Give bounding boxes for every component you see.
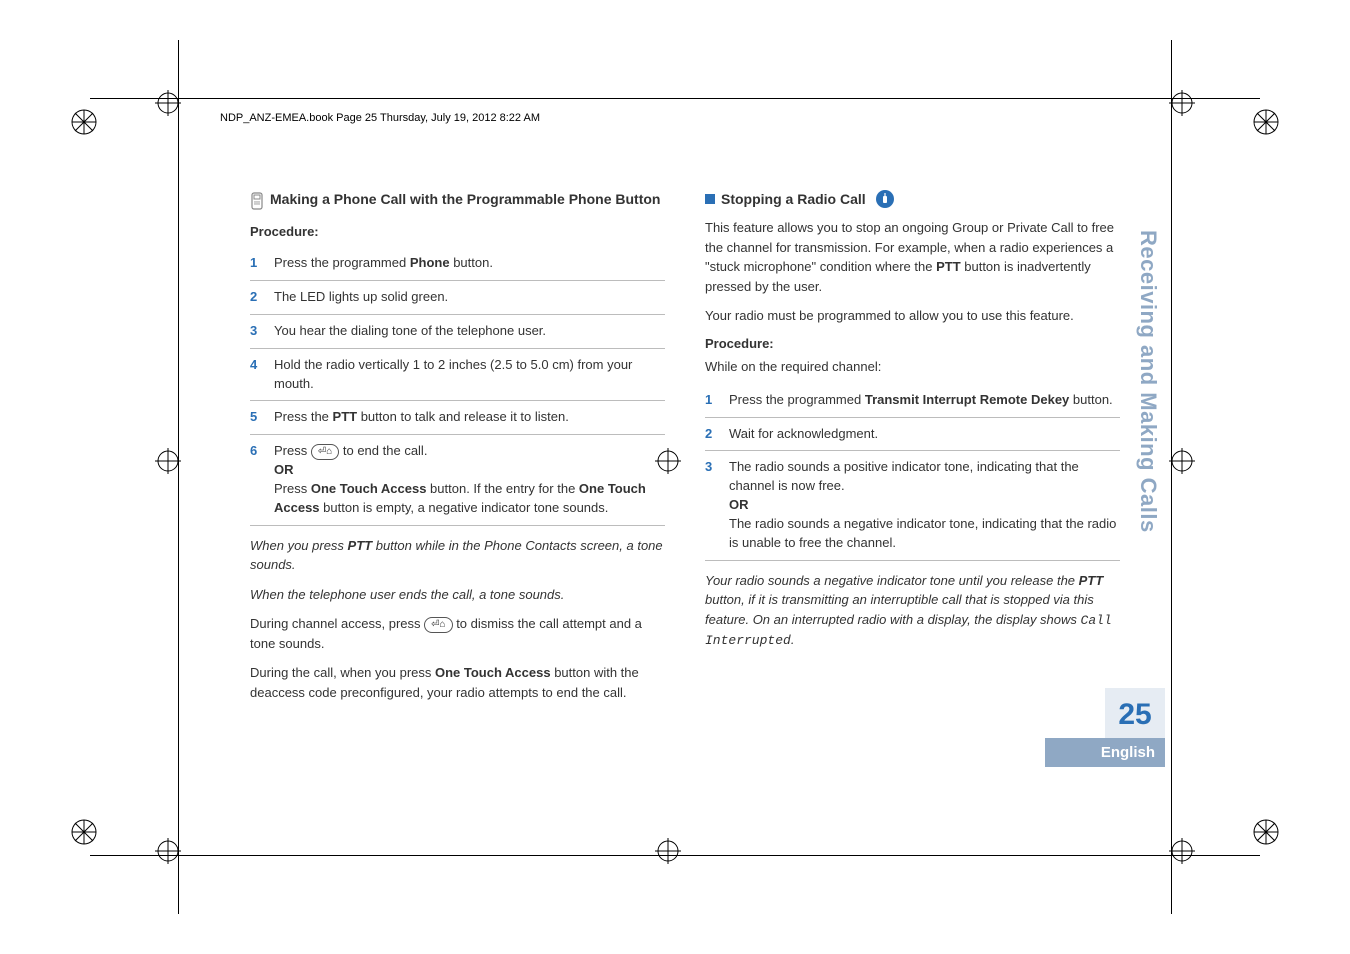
step-number: 2	[250, 288, 262, 307]
step-number: 3	[705, 458, 717, 552]
registration-mark	[1169, 90, 1195, 116]
registration-mark	[155, 448, 181, 474]
registration-mark	[155, 838, 181, 864]
step-text: Press the programmed Phone button.	[274, 254, 493, 273]
crop-line	[1171, 40, 1172, 914]
step-number: 1	[705, 391, 717, 410]
right-heading-text: Stopping a Radio Call	[721, 190, 866, 208]
left-note-1: When you press PTT button while in the P…	[250, 536, 665, 575]
right-column: Stopping a Radio Call This feature allow…	[705, 190, 1120, 712]
registration-mark	[155, 90, 181, 116]
step-item: 4 Hold the radio vertically 1 to 2 inches…	[250, 349, 665, 402]
step-item: 2 The LED lights up solid green.	[250, 281, 665, 315]
procedure-sub: While on the required channel:	[705, 359, 1120, 374]
page-number: 25	[1105, 698, 1165, 732]
procedure-label: Procedure:	[705, 336, 1120, 351]
step-number: 6	[250, 442, 262, 517]
language-label: English	[1055, 744, 1155, 761]
step-text: The LED lights up solid green.	[274, 288, 448, 307]
registration-mark	[1169, 448, 1195, 474]
step-text: The radio sounds a positive indicator to…	[729, 458, 1120, 552]
step-item: 3The radio sounds a positive indicator t…	[705, 451, 1120, 560]
crop-line	[178, 40, 179, 914]
step-item: 1 Press the programmed Phone button.	[250, 247, 665, 281]
step-item: 5 Press the PTT button to talk and releas…	[250, 401, 665, 435]
step-text: You hear the dialing tone of the telepho…	[274, 322, 546, 341]
crop-line	[90, 98, 1260, 99]
step-number: 5	[250, 408, 262, 427]
left-heading: Making a Phone Call with the Programmabl…	[250, 190, 665, 214]
left-para-1: During channel access, press ⏎⌂ to dismi…	[250, 614, 665, 653]
left-heading-text: Making a Phone Call with the Programmabl…	[270, 190, 660, 208]
right-intro: This feature allows you to stop an ongoi…	[705, 218, 1120, 296]
corner-mark	[70, 818, 98, 846]
step-item: 2 Wait for acknowledgment.	[705, 418, 1120, 452]
right-steps: 1 Press the programmed Transmit Interrupt…	[705, 384, 1120, 561]
step-text: Hold the radio vertically 1 to 2 inches …	[274, 356, 665, 394]
step-item: 6Press ⏎⌂ to end the call.ORPress One To…	[250, 435, 665, 525]
left-column: Making a Phone Call with the Programmabl…	[250, 190, 665, 712]
page-number-box: 25	[1105, 688, 1165, 738]
left-note-2: When the telephone user ends the call, a…	[250, 585, 665, 605]
right-heading: Stopping a Radio Call	[705, 190, 1120, 208]
corner-mark	[70, 108, 98, 136]
step-text: Press the PTT button to talk and release…	[274, 408, 569, 427]
step-number: 3	[250, 322, 262, 341]
corner-mark	[1252, 818, 1280, 846]
left-para-2: During the call, when you press One Touc…	[250, 663, 665, 702]
radio-icon	[876, 190, 894, 208]
print-header: NDP_ANZ-EMEA.book Page 25 Thursday, July…	[220, 112, 540, 124]
page-content: Making a Phone Call with the Programmabl…	[250, 190, 1120, 712]
step-number: 2	[705, 425, 717, 444]
procedure-label: Procedure:	[250, 224, 665, 239]
step-item: 3 You hear the dialing tone of the teleph…	[250, 315, 665, 349]
right-intro-2: Your radio must be programmed to allow y…	[705, 306, 1120, 326]
phone-icon	[250, 192, 264, 214]
corner-mark	[1252, 108, 1280, 136]
step-item: 1 Press the programmed Transmit Interrupt…	[705, 384, 1120, 418]
step-number: 4	[250, 356, 262, 394]
step-text: Wait for acknowledgment.	[729, 425, 878, 444]
step-text: Press ⏎⌂ to end the call.ORPress One Tou…	[274, 442, 665, 517]
step-text: Press the programmed Transmit Interrupt …	[729, 391, 1113, 410]
left-steps: 1 Press the programmed Phone button. 2 The …	[250, 247, 665, 525]
registration-mark	[1169, 838, 1195, 864]
language-box: English	[1045, 738, 1165, 767]
step-number: 1	[250, 254, 262, 273]
registration-mark	[655, 838, 681, 864]
sidebar-title: Receiving and Making Calls	[1135, 230, 1161, 533]
sidebar: Receiving and Making Calls	[1117, 200, 1165, 760]
right-closing: Your radio sounds a negative indicator t…	[705, 571, 1120, 651]
